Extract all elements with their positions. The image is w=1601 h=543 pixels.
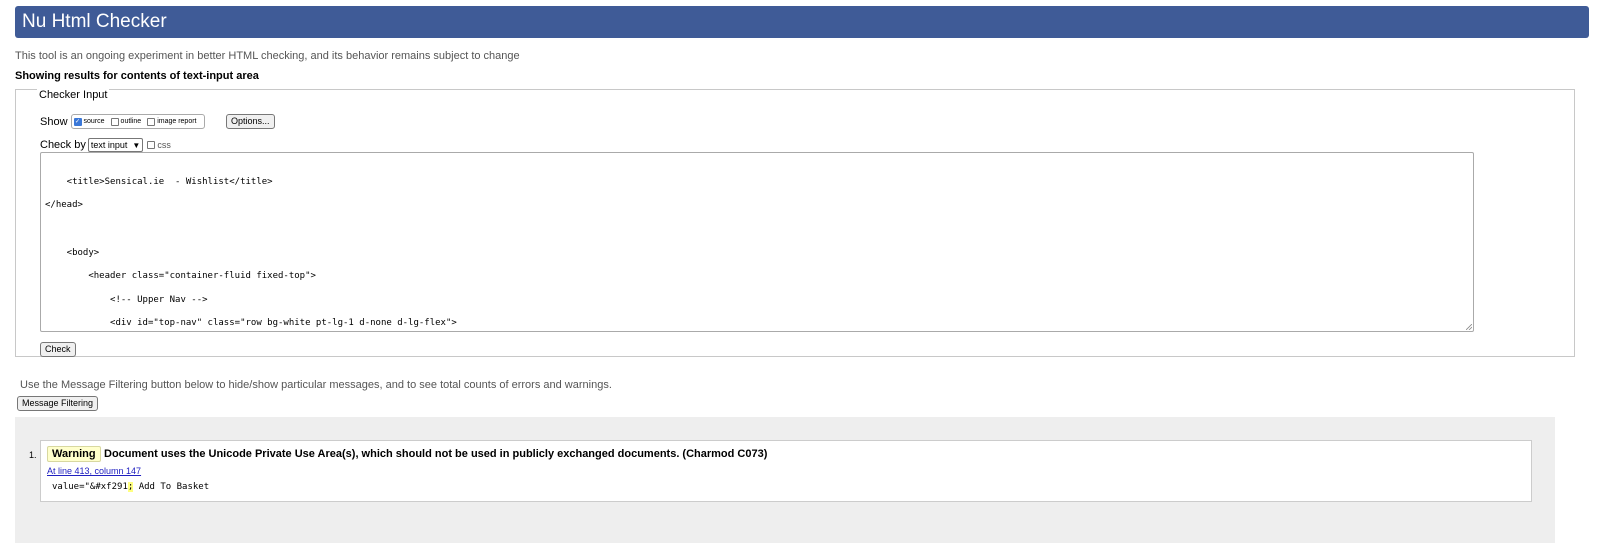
show-row: Show ✓ source outline image report bbox=[40, 114, 206, 129]
checker-input-legend: Checker Input bbox=[37, 89, 110, 101]
resize-grip-icon[interactable] bbox=[1466, 324, 1472, 330]
image-report-checkbox[interactable] bbox=[147, 117, 156, 126]
outline-checkbox[interactable] bbox=[110, 117, 119, 126]
showing-results-text: Showing results for contents of text-inp… bbox=[15, 70, 259, 82]
title-bar: Nu Html Checker bbox=[15, 6, 1589, 38]
source-line: <!-- Upper Nav --> bbox=[45, 295, 208, 305]
css-option[interactable]: css bbox=[147, 140, 171, 150]
source-line: <header class="container-fluid fixed-top… bbox=[45, 271, 316, 281]
chevron-down-icon: ▼ bbox=[132, 140, 141, 150]
source-line: <title>Sensical.ie - Wishlist</title> bbox=[45, 177, 273, 187]
warning-badge: Warning bbox=[47, 446, 101, 462]
css-checkbox[interactable] bbox=[147, 141, 156, 149]
message-text: Document uses the Unicode Private Use Ar… bbox=[104, 448, 768, 460]
options-button[interactable]: Options... bbox=[226, 114, 275, 129]
extract-after: Add To Basket bbox=[133, 482, 210, 492]
css-option-label: css bbox=[157, 140, 171, 150]
filter-note: Use the Message Filtering button below t… bbox=[20, 379, 612, 391]
source-line: </head> bbox=[45, 200, 83, 210]
source-option-label: source bbox=[83, 118, 105, 125]
intro-text: This tool is an ongoing experiment in be… bbox=[15, 50, 520, 62]
source-checkbox[interactable]: ✓ bbox=[73, 117, 82, 126]
message-number: 1. bbox=[29, 450, 37, 460]
message-extract: value="&#xf291; Add To Basket bbox=[52, 482, 209, 492]
check-by-row: Check by text input ▼ css bbox=[40, 138, 171, 152]
outline-option-label: outline bbox=[120, 118, 142, 125]
message-filtering-button[interactable]: Message Filtering bbox=[17, 396, 99, 411]
show-image-report-option[interactable]: image report bbox=[147, 117, 197, 126]
show-source-option[interactable]: ✓ source bbox=[73, 117, 105, 126]
source-line: <div id="top-nav" class="row bg-white pt… bbox=[45, 318, 457, 328]
source-line: <body> bbox=[45, 248, 100, 258]
check-button[interactable]: Check bbox=[40, 342, 76, 357]
check-by-select[interactable]: text input ▼ bbox=[87, 138, 144, 152]
image-report-option-label: image report bbox=[157, 118, 197, 125]
show-outline-option[interactable]: outline bbox=[110, 117, 142, 126]
show-label: Show bbox=[40, 115, 68, 128]
source-textarea[interactable]: <title>Sensical.ie - Wishlist</title> </… bbox=[40, 152, 1474, 332]
page-title: Nu Html Checker bbox=[22, 11, 167, 32]
check-by-label: Check by bbox=[40, 139, 86, 151]
extract-before: value="&#xf291 bbox=[52, 482, 128, 492]
check-by-value: text input bbox=[90, 140, 128, 150]
message-location-link[interactable]: At line 413, column 147 bbox=[47, 466, 141, 476]
show-options-group: ✓ source outline image report bbox=[70, 114, 206, 129]
